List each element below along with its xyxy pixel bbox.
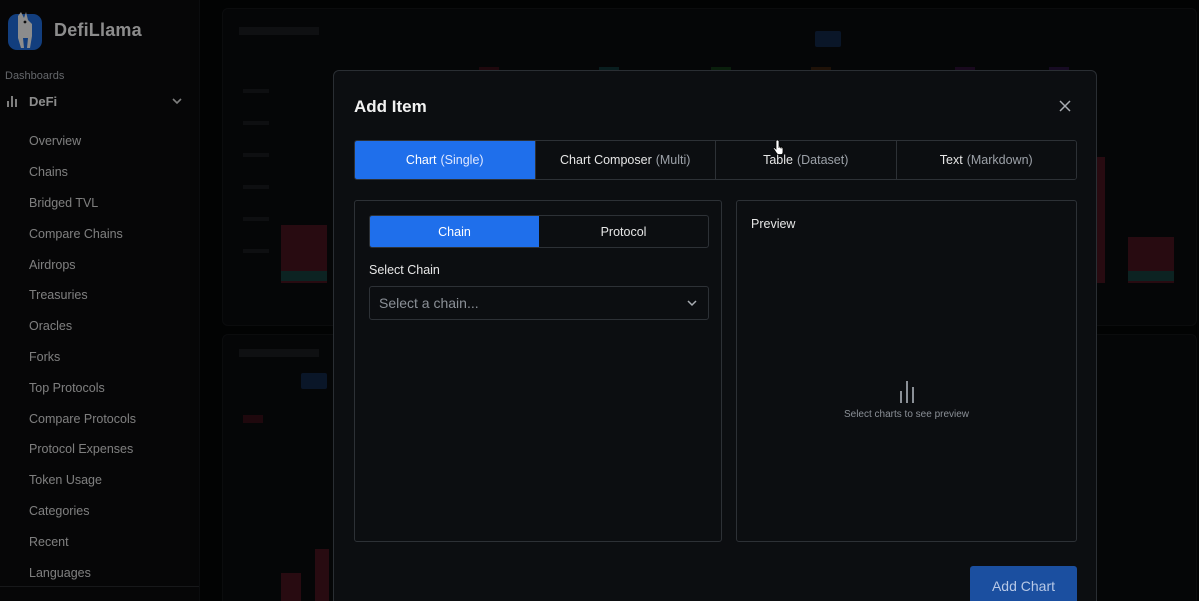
chain-select[interactable]: Select a chain...	[369, 286, 709, 320]
tab-label: Chart	[405, 153, 437, 167]
close-icon[interactable]	[1058, 99, 1072, 113]
tab-table-dataset[interactable]: Table (Dataset)	[716, 141, 897, 179]
bar-chart-icon	[897, 381, 917, 403]
preview-empty-state: Select charts to see preview	[737, 381, 1076, 420]
tab-sublabel: (Single)	[440, 153, 484, 167]
source-tabs: Chain Protocol	[369, 215, 709, 248]
tab-sublabel: (Dataset)	[796, 153, 849, 167]
add-item-dialog: Add Item Chart (Single) Chart Composer (…	[333, 70, 1097, 601]
tab-sublabel: (Multi)	[655, 153, 691, 167]
tab-label: Text	[939, 153, 963, 167]
tab-chart-composer[interactable]: Chart Composer (Multi)	[535, 141, 716, 179]
tab-label: Chart Composer	[560, 153, 652, 167]
tab-sublabel: (Markdown)	[966, 153, 1033, 167]
preview-panel: Preview Select charts to see preview	[736, 200, 1077, 542]
dialog-title: Add Item	[354, 97, 427, 116]
tab-text-markdown[interactable]: Text (Markdown)	[896, 141, 1076, 179]
select-chain-label: Select Chain	[369, 263, 440, 277]
item-type-tabs: Chart (Single) Chart Composer (Multi) Ta…	[354, 140, 1077, 180]
preview-title: Preview	[751, 217, 796, 231]
chart-config-panel: Chain Protocol Select Chain Select a cha…	[354, 200, 722, 542]
tab-protocol[interactable]: Protocol	[539, 216, 708, 247]
tab-chart-single[interactable]: Chart (Single)	[355, 141, 536, 179]
pointer-cursor-icon	[772, 140, 784, 155]
chevron-down-icon	[687, 300, 697, 307]
add-chart-button[interactable]: Add Chart	[970, 566, 1077, 601]
chain-select-placeholder: Select a chain...	[379, 295, 479, 311]
preview-empty-text: Select charts to see preview	[843, 409, 970, 420]
tab-chain[interactable]: Chain	[370, 216, 539, 247]
